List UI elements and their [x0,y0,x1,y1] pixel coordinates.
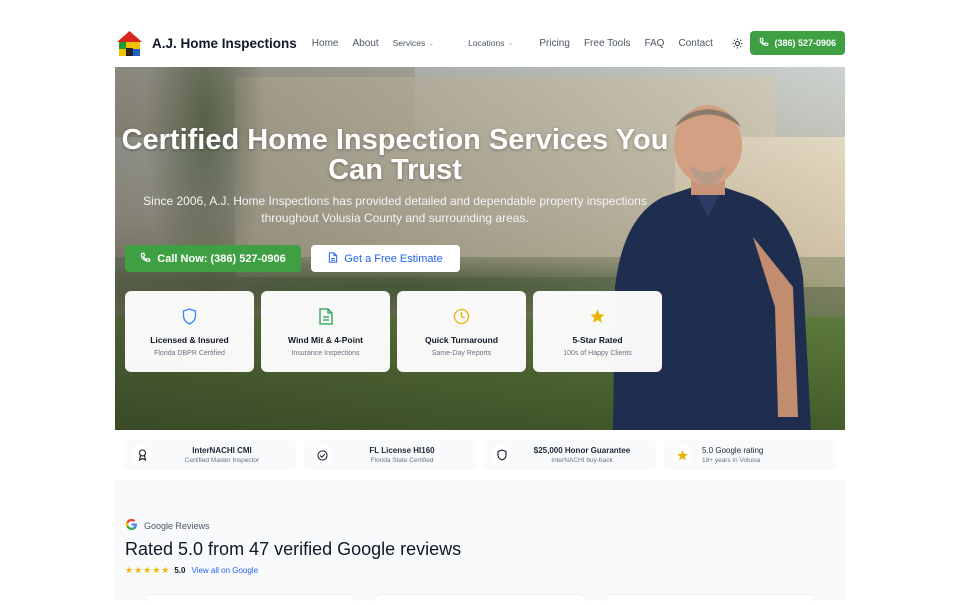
free-estimate-label: Get a Free Estimate [344,252,443,265]
feature-subtitle: Florida DBPR Certified [154,350,225,357]
feature-card-turnaround: Quick Turnaround Same-Day Reports [397,291,526,372]
nav-services-label: Services [392,38,426,48]
star-icon [672,445,692,465]
nav-pricing[interactable]: Pricing [539,38,570,49]
free-estimate-button[interactable]: Get a Free Estimate [311,245,460,272]
rating-stars: ★★★★★ [125,565,171,575]
feature-title: Quick Turnaround [424,335,499,345]
nav-faq[interactable]: FAQ [644,38,664,49]
feature-card-wind-mit: Wind Mit & 4-Point Insurance Inspections [261,291,390,372]
nav-home[interactable]: Home [312,38,339,49]
review-card [375,595,585,605]
nav-free-tools[interactable]: Free Tools [584,38,631,49]
hero-title: Certified Home Inspection Services You C… [121,124,669,186]
check-circle-icon [312,445,332,465]
google-reviews-badge: Google Reviews [125,518,210,533]
trust-text: $25,000 Honor Guarantee InterNACHI buy-b… [522,446,642,464]
star-icon [533,308,662,326]
trust-title: $25,000 Honor Guarantee [533,446,631,455]
house-logo-icon [115,29,144,58]
clock-icon [397,308,526,326]
trust-text: FL License HI160 Florida State Certified [342,446,462,464]
trust-strip: InterNACHI CMI Certified Master Inspecto… [124,440,836,470]
trust-title: InterNACHI CMI [192,446,252,455]
call-now-button[interactable]: Call Now: (386) 527-0906 [125,245,301,272]
feature-subtitle: Insurance Inspections [291,350,360,357]
hero-section: Certified Home Inspection Services You C… [115,67,845,430]
feature-title: Licensed & Insured [150,335,229,345]
trust-card-guarantee: $25,000 Honor Guarantee InterNACHI buy-b… [484,440,656,470]
call-now-label: Call Now: (386) 527-0906 [157,252,286,265]
shield-icon [492,445,512,465]
trust-subtitle: 18+ years in Volusia [702,457,761,464]
document-icon [328,251,338,266]
nav-call-button[interactable]: (386) 527-0906 [750,31,845,55]
main-menu: Home About Services ⌄ Locations ⌄ Pricin… [312,36,745,50]
phone-icon [140,252,151,266]
trust-subtitle: InterNACHI buy-back [551,457,613,464]
feature-title: Wind Mit & 4-Point [288,335,363,345]
nav-about[interactable]: About [352,38,378,49]
review-card [145,595,355,605]
document-icon [261,308,390,326]
nav-call-label: (386) 527-0906 [774,38,836,48]
rating-score: 5.0 [174,566,186,575]
google-logo-icon [125,518,138,533]
reviews-section: Google Reviews Rated 5.0 from 47 verifie… [115,480,845,605]
google-reviews-label: Google Reviews [144,520,210,531]
trust-text: 5.0 Google rating 18+ years in Volusia [702,446,763,464]
feature-title: 5-Star Rated [572,335,623,345]
feature-card-licensed: Licensed & Insured Florida DBPR Certifie… [125,291,254,372]
nav-contact[interactable]: Contact [678,38,712,49]
reviews-title: Rated 5.0 from 47 verified Google review… [125,539,462,559]
feature-card-rated: 5-Star Rated 100s of Happy Clients [533,291,662,372]
nav-locations-label: Locations [468,38,505,48]
reviews-rating-row: ★★★★★ 5.0 View all on Google [125,565,258,576]
trust-subtitle: Certified Master Inspector [184,457,260,464]
trust-title: FL License HI160 [369,446,435,455]
trust-subtitle: Florida State Certified [370,457,434,464]
nav-services-dropdown[interactable]: Services ⌄ [393,38,434,48]
award-icon [132,445,152,465]
review-cards-row [145,595,815,605]
feature-subtitle: 100s of Happy Clients [563,350,632,357]
review-card [605,595,815,605]
nav-locations-dropdown[interactable]: Locations ⌄ [468,38,513,48]
chevron-down-icon: ⌄ [428,40,435,47]
chevron-down-icon: ⌄ [507,40,514,47]
shield-icon [125,308,254,326]
trust-text: InterNACHI CMI Certified Master Inspecto… [162,446,282,464]
brand-logo[interactable]: A.J. Home Inspections [115,29,297,58]
feature-subtitle: Same-Day Reports [431,350,492,357]
trust-card-internachi: InterNACHI CMI Certified Master Inspecto… [124,440,296,470]
hero-subtitle: Since 2006, A.J. Home Inspections has pr… [143,194,647,225]
top-navigation: A.J. Home Inspections Home About Service… [115,20,845,66]
trust-card-license: FL License HI160 Florida State Certified [304,440,476,470]
brand-name: A.J. Home Inspections [152,35,297,51]
view-all-google-link[interactable]: View all on Google [191,566,258,575]
sun-icon[interactable] [731,36,745,50]
phone-icon [759,37,769,49]
trust-card-google: 5.0 Google rating 18+ years in Volusia [664,440,836,470]
trust-title: 5.0 Google rating [702,446,764,455]
